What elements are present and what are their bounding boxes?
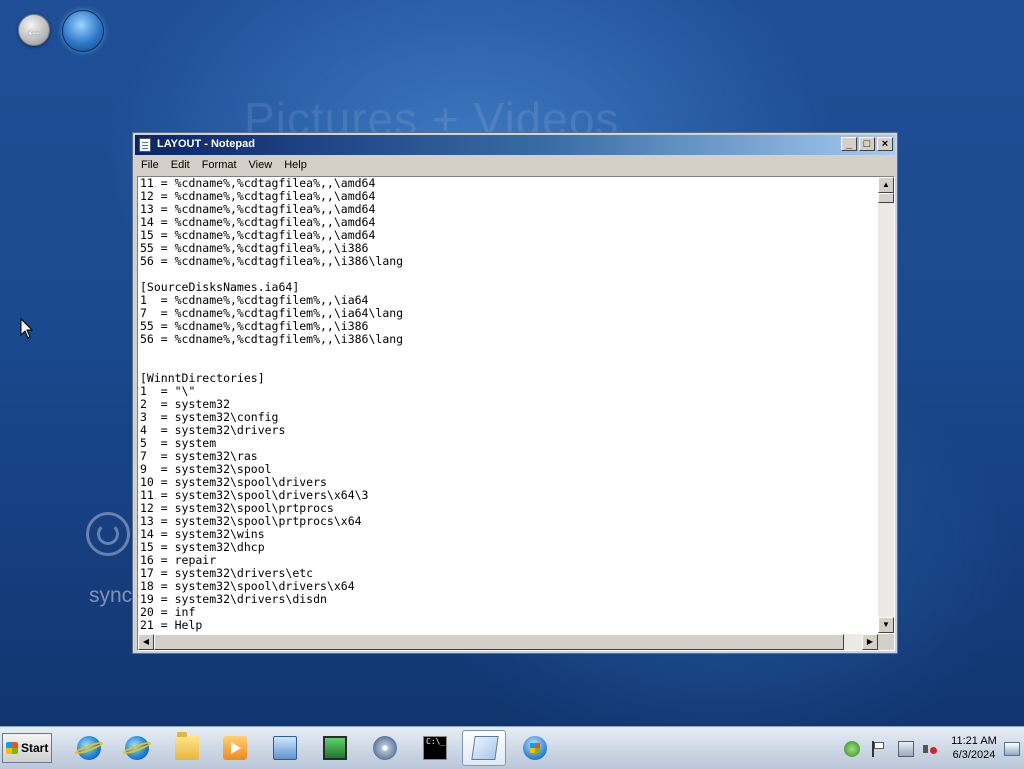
network-status-icon[interactable] xyxy=(898,741,914,757)
windows-orb-icon[interactable] xyxy=(62,10,104,52)
disk-icon xyxy=(373,736,397,760)
sync-label: sync xyxy=(89,584,133,607)
text-line: 20 = inf xyxy=(140,605,196,619)
action-center-flag-icon[interactable] xyxy=(872,741,888,757)
clock-time: 11:21 AM xyxy=(951,735,997,747)
vertical-scrollbar[interactable]: ▲ ▼ xyxy=(878,177,894,633)
text-line: 56 = %cdname%,%cdtagfilea%,,\i386\lang xyxy=(140,254,404,268)
notepad-window[interactable]: LAYOUT - Notepad _ □ × File Edit Format … xyxy=(132,132,898,654)
mouse-cursor-icon xyxy=(20,318,34,339)
taskbar: Start C:\_ 11:21 AM 6/3/2024 xyxy=(0,726,1024,769)
scroll-down-button[interactable]: ▼ xyxy=(878,617,894,633)
editor-text[interactable]: 11 = %cdname%,%cdtagfilea%,,\amd64 12 = %… xyxy=(140,177,876,633)
window-titlebar[interactable]: LAYOUT - Notepad _ □ × xyxy=(135,135,895,155)
text-line: [WinntDirectories] xyxy=(140,371,265,385)
sync-icon xyxy=(86,512,130,556)
taskbar-disk[interactable] xyxy=(362,730,406,766)
text-line: 19 = system32\drivers\disdn xyxy=(140,592,327,606)
scroll-right-button[interactable]: ▶ xyxy=(862,634,878,650)
clock-date: 6/3/2024 xyxy=(952,749,996,761)
menu-help[interactable]: Help xyxy=(278,156,313,174)
text-line: 1 = "\" xyxy=(140,384,196,398)
close-button[interactable]: × xyxy=(877,137,893,151)
minimize-button[interactable]: _ xyxy=(841,137,857,151)
taskbar-file-explorer[interactable] xyxy=(164,730,208,766)
internet-explorer-icon xyxy=(77,736,101,760)
window-title: LAYOUT - Notepad xyxy=(157,138,255,150)
folder-icon xyxy=(175,732,199,760)
taskbar-notepad[interactable] xyxy=(462,730,506,766)
scroll-up-button[interactable]: ▲ xyxy=(878,177,894,193)
menu-bar: File Edit Format View Help xyxy=(135,156,895,174)
menu-edit[interactable]: Edit xyxy=(165,156,196,174)
show-desktop-button[interactable] xyxy=(1004,742,1020,756)
horizontal-scrollbar[interactable]: ◀ ▶ xyxy=(138,634,878,650)
windows-flag-icon xyxy=(6,742,18,754)
taskbar-internet-explorer[interactable] xyxy=(66,730,110,766)
menu-format[interactable]: Format xyxy=(196,156,243,174)
text-line: 56 = %cdname%,%cdtagfilem%,,\i386\lang xyxy=(140,332,404,346)
start-label: Start xyxy=(21,741,49,755)
command-prompt-icon: C:\_ xyxy=(423,736,447,760)
system-tray: 11:21 AM 6/3/2024 xyxy=(836,730,1022,766)
text-line: 21 = Help xyxy=(140,618,203,632)
taskbar-windows[interactable] xyxy=(512,730,556,766)
internet-explorer-icon xyxy=(125,736,149,760)
vertical-scroll-thumb[interactable] xyxy=(878,193,894,203)
maximize-button[interactable]: □ xyxy=(859,137,875,151)
back-arrow-icon: ← xyxy=(25,20,43,40)
text-line: 15 = system32\dhcp xyxy=(140,540,265,554)
taskbar-internet-explorer-2[interactable] xyxy=(114,730,158,766)
start-button[interactable]: Start xyxy=(2,733,52,763)
text-line: 4 = system32\drivers xyxy=(140,423,286,437)
windows-icon xyxy=(523,736,547,760)
media-player-icon xyxy=(223,736,247,760)
menu-file[interactable]: File xyxy=(135,156,165,174)
scrollbar-corner xyxy=(878,634,894,650)
text-editor[interactable]: 11 = %cdname%,%cdtagfilea%,,\amd64 12 = %… xyxy=(137,176,895,651)
notepad-title-icon xyxy=(139,138,151,152)
taskbar-monitor[interactable] xyxy=(312,730,356,766)
horizontal-scroll-thumb[interactable] xyxy=(154,634,844,650)
text-line xyxy=(140,346,876,359)
back-button[interactable]: ← xyxy=(18,14,50,46)
taskbar-network[interactable] xyxy=(262,730,306,766)
network-icon xyxy=(273,736,297,760)
menu-view[interactable]: View xyxy=(243,156,279,174)
taskbar-media-player[interactable] xyxy=(212,730,256,766)
notepad-icon xyxy=(471,736,499,760)
security-shield-icon[interactable] xyxy=(844,741,860,757)
clock[interactable]: 11:21 AM 6/3/2024 xyxy=(946,734,1002,762)
volume-muted-icon[interactable] xyxy=(922,741,938,757)
taskbar-command-prompt[interactable]: C:\_ xyxy=(412,730,456,766)
monitor-icon xyxy=(323,736,347,760)
scroll-left-button[interactable]: ◀ xyxy=(138,634,154,650)
